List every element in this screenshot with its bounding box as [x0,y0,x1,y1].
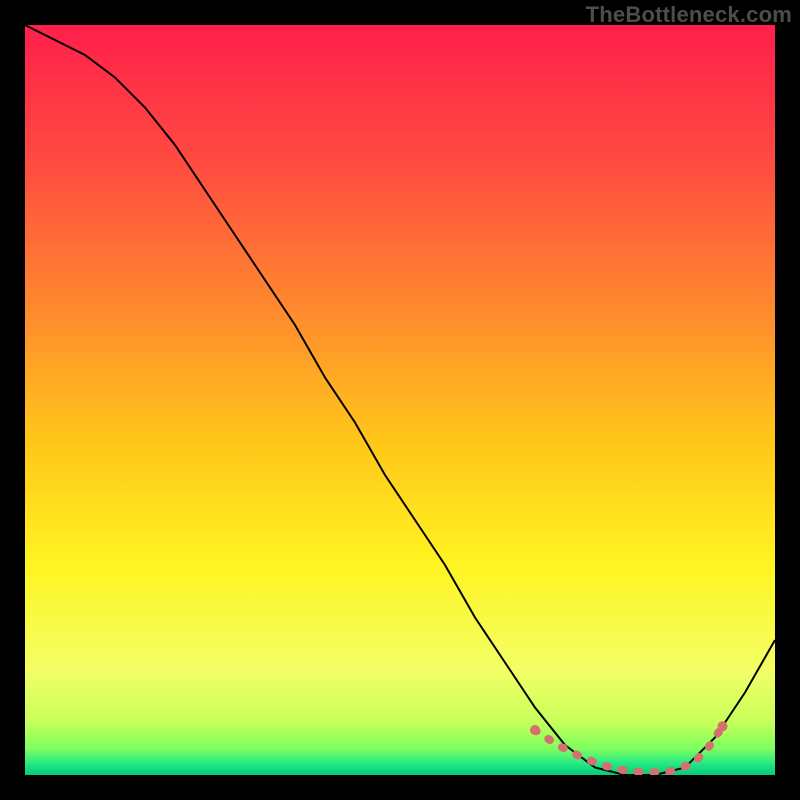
bottleneck-chart [25,25,775,775]
plot-area [25,25,775,775]
watermark-text: TheBottleneck.com [586,2,792,28]
gradient-background [25,25,775,775]
chart-frame: TheBottleneck.com [0,0,800,800]
